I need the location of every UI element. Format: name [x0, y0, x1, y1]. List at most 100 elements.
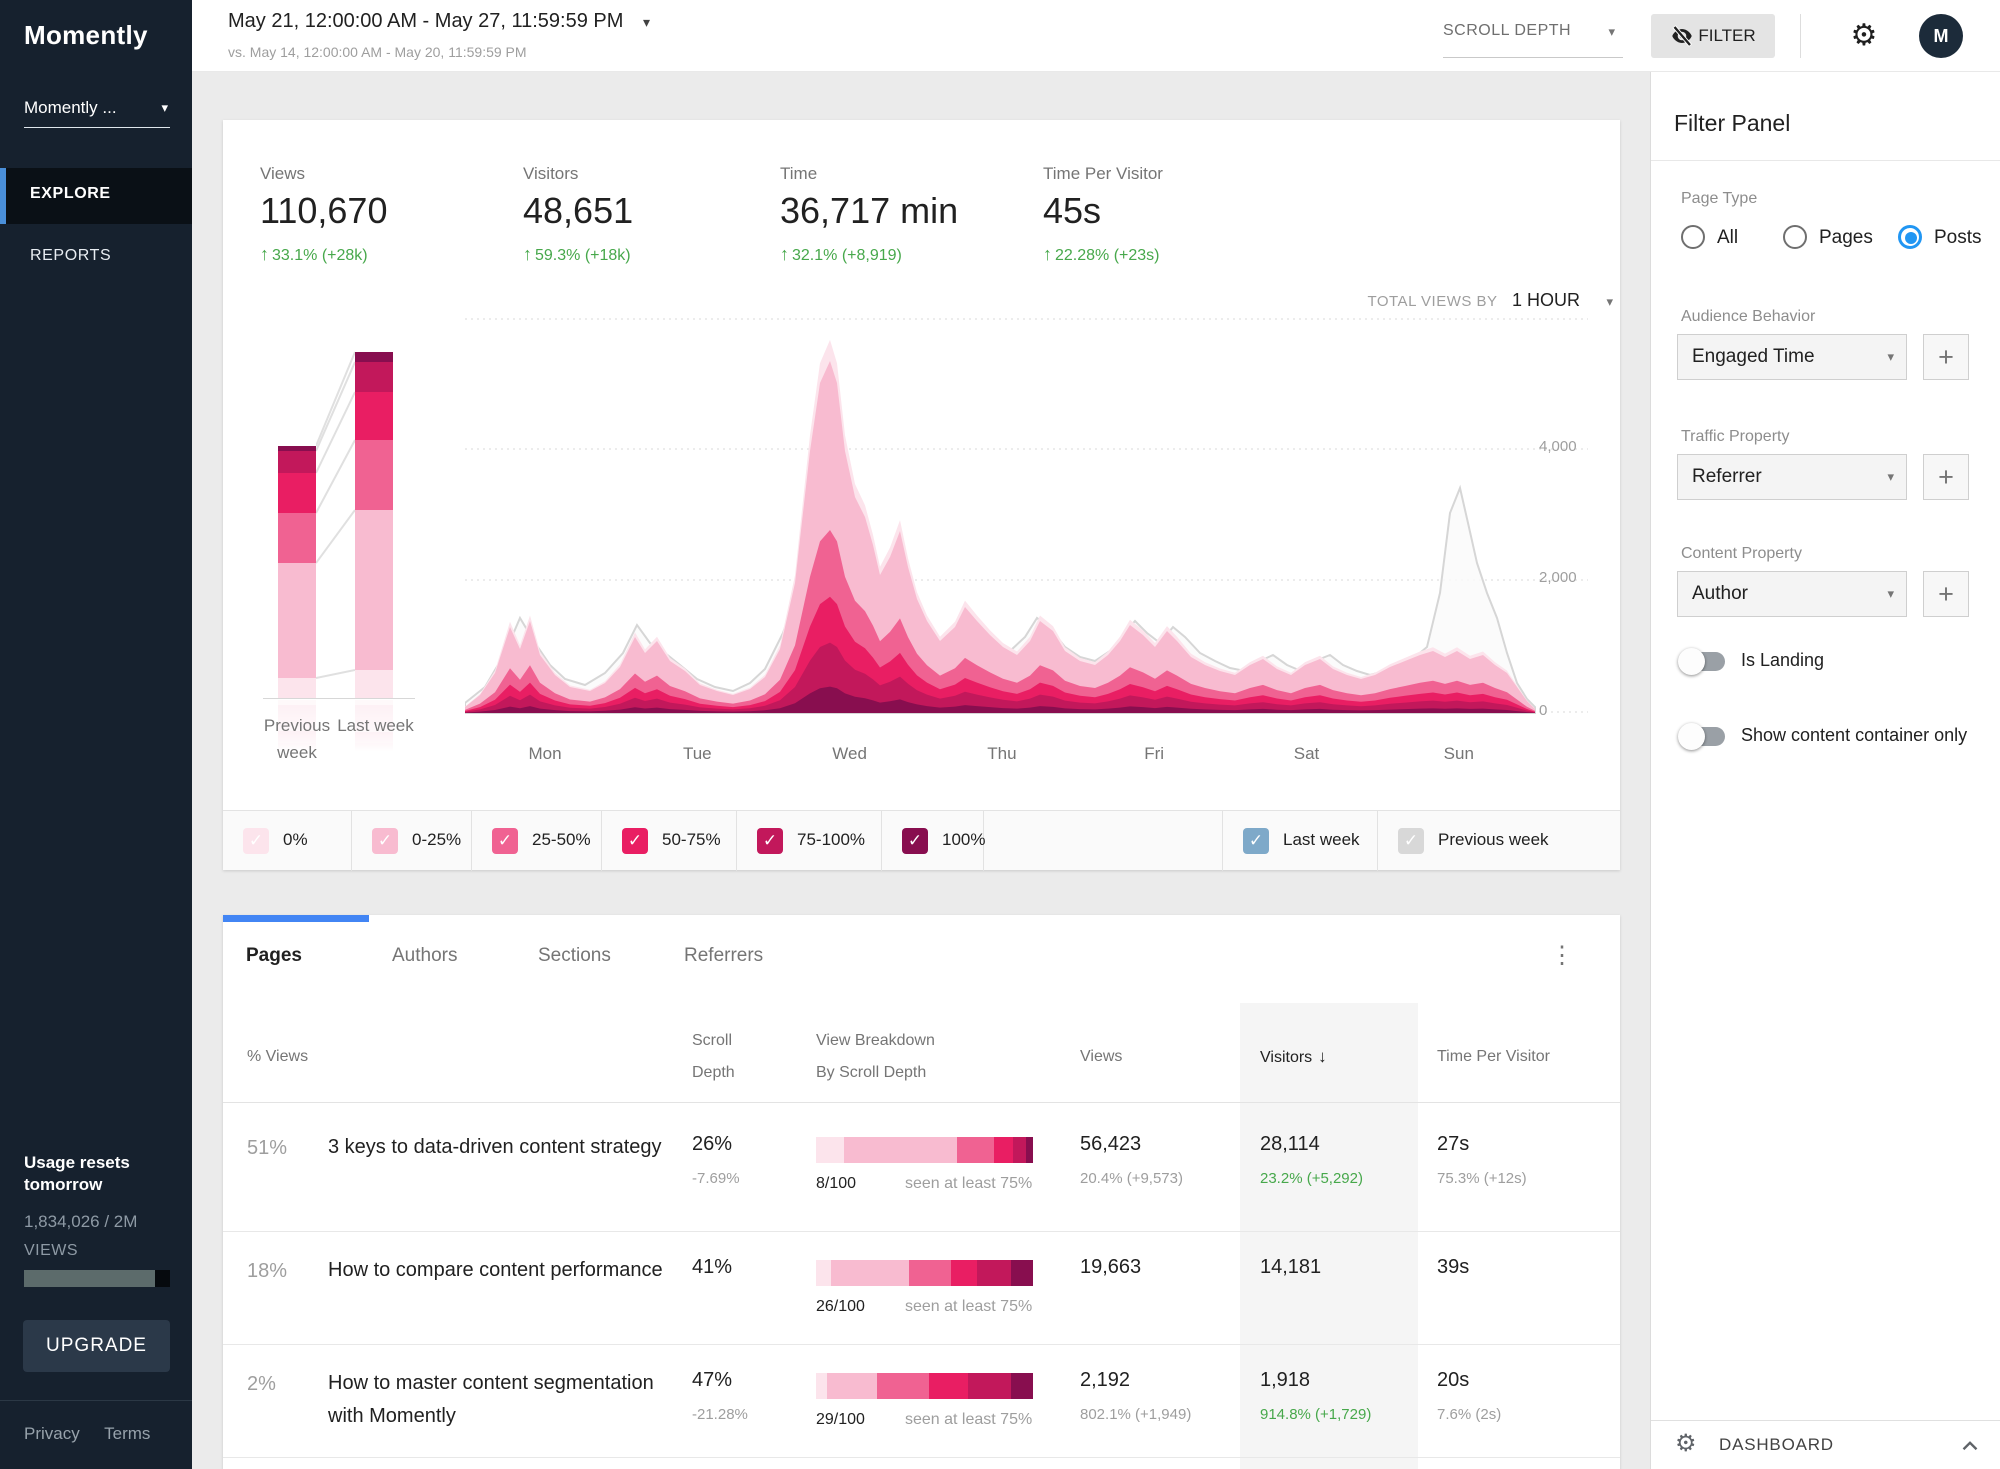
last-week-bar[interactable]: [355, 352, 393, 698]
legend-toggle-previous-week[interactable]: ✓ Previous week: [1378, 811, 1620, 871]
account-selector[interactable]: Momently ... ▾: [24, 92, 170, 128]
table-row[interactable]: 18% How to compare content performance 4…: [223, 1232, 1620, 1345]
sidebar-divider: [0, 1400, 192, 1401]
y-axis-tick: 4,000: [1539, 438, 1599, 455]
add-content-filter-button[interactable]: +: [1923, 571, 1969, 617]
row-time-per-visitor: 39s: [1437, 1256, 1469, 1293]
legend-toggle-100pct[interactable]: ✓ 100%: [882, 811, 984, 871]
column-header-views[interactable]: Views: [1080, 1041, 1122, 1073]
usage-count: 1,834,026 / 2M: [24, 1212, 137, 1232]
legend-toggle-last-week[interactable]: ✓ Last week: [1223, 811, 1378, 871]
tab-sections[interactable]: Sections: [538, 945, 611, 967]
scroll-depth-breakdown-bar: [816, 1373, 1033, 1399]
audience-behavior-select[interactable]: Engaged Time ▾: [1677, 334, 1907, 380]
app-root: Momently Momently ... ▾ EXPLORE REPORTS …: [0, 0, 2000, 1469]
terms-link[interactable]: Terms: [104, 1424, 150, 1443]
usage-progress-fill: [24, 1270, 155, 1287]
table-row[interactable]: 51% 3 keys to data-driven content strate…: [223, 1103, 1620, 1232]
previous-week-bar[interactable]: [278, 446, 316, 698]
legend-label: 25-50%: [532, 830, 591, 850]
legend-label: 0-25%: [412, 830, 461, 850]
traffic-property-select[interactable]: Referrer ▾: [1677, 454, 1907, 500]
legend-toggle-50-75pct[interactable]: ✓ 50-75%: [602, 811, 737, 871]
scroll-depth-breakdown-bar: [816, 1137, 1033, 1163]
avatar[interactable]: M: [1919, 14, 1963, 58]
table-row[interactable]: 2% How to master content segmentation wi…: [223, 1345, 1620, 1458]
checkbox-checked-icon: ✓: [757, 828, 783, 854]
stat-time-per-visitor: Time Per Visitor 45s ↑22.28% (+23s): [1043, 164, 1163, 265]
chevron-up-icon: [1957, 1433, 1983, 1459]
day-label: Mon: [505, 744, 585, 764]
filter-panel: Filter Panel Page Type All Pages Posts A…: [1650, 72, 2000, 1469]
column-header-scroll-depth[interactable]: ScrollDepth: [692, 1025, 822, 1089]
is-landing-toggle[interactable]: Is Landing: [1678, 648, 1878, 678]
row-visitors-delta: 914.8% (+1,729): [1260, 1406, 1371, 1423]
toggle-label: Show content container only: [1741, 725, 1967, 746]
date-range-value: May 21, 12:00:00 AM - May 27, 11:59:59 P…: [228, 10, 623, 32]
chart-legend: ✓ 0% ✓ 0-25% ✓ 25-50% ✓ 50-75% ✓ 75-10: [223, 810, 1620, 870]
y-axis-tick: 0: [1539, 702, 1599, 719]
page-type-radio-group: All Pages Posts: [1681, 224, 1981, 254]
breakdown-note: 26/100seen at least 75%: [816, 1298, 1046, 1316]
row-time-per-visitor: 27s 75.3% (+12s): [1437, 1133, 1527, 1187]
row-pct-views: 51%: [247, 1137, 287, 1160]
tab-pages[interactable]: Pages: [246, 945, 302, 967]
main-content: Views 110,670 ↑33.1% (+28k) Visitors 48,…: [192, 72, 1650, 1469]
column-header-visitors[interactable]: Visitors↓: [1260, 1041, 1327, 1074]
row-scroll-depth: 47% -21.28%: [692, 1369, 748, 1423]
row-time-per-visitor: 20s 7.6% (2s): [1437, 1369, 1501, 1423]
legend-toggle-75-100pct[interactable]: ✓ 75-100%: [737, 811, 882, 871]
legend-toggle-25-50pct[interactable]: ✓ 25-50%: [472, 811, 602, 871]
row-title[interactable]: 3 keys to data-driven content strategy: [328, 1131, 673, 1164]
row-title[interactable]: How to master content segmentation with …: [328, 1367, 673, 1433]
row-visitors: 28,114 23.2% (+5,292): [1260, 1133, 1363, 1187]
sidebar-item-explore[interactable]: EXPLORE: [0, 168, 192, 224]
stat-visitors: Visitors 48,651 ↑59.3% (+18k): [523, 164, 633, 265]
stat-delta: ↑33.1% (+28k): [260, 244, 387, 265]
chevron-down-icon: ▾: [1606, 294, 1613, 309]
kebab-menu-icon[interactable]: ⋮: [1547, 941, 1577, 970]
legend-spacer: [984, 811, 1223, 871]
column-header-time-per-visitor[interactable]: Time Per Visitor: [1437, 1041, 1550, 1073]
filter-button[interactable]: FILTER: [1651, 14, 1775, 58]
radio-icon: [1681, 225, 1705, 249]
checkbox-checked-icon: ✓: [492, 828, 518, 854]
x-axis-day-labels: MonTueWedThuFriSatSun: [465, 744, 1535, 770]
date-range-selector[interactable]: May 21, 12:00:00 AM - May 27, 11:59:59 P…: [228, 10, 650, 33]
legend-toggle-0-25pct[interactable]: ✓ 0-25%: [352, 811, 472, 871]
column-header-view-breakdown[interactable]: View BreakdownBy Scroll Depth: [816, 1025, 986, 1089]
stat-value: 36,717 min: [780, 190, 958, 232]
bar-connector-lines: [316, 320, 355, 710]
stat-label: Views: [260, 164, 387, 184]
sidebar-item-reports[interactable]: REPORTS: [0, 236, 192, 280]
select-value: Referrer: [1692, 466, 1762, 488]
privacy-link[interactable]: Privacy: [24, 1424, 80, 1443]
sidebar: Momently Momently ... ▾ EXPLORE REPORTS …: [0, 0, 192, 1469]
comparison-range: vs. May 14, 12:00:00 AM - May 20, 11:59:…: [228, 44, 527, 60]
total-views-by-selector[interactable]: TOTAL VIEWS BY 1 HOUR ▾: [1263, 290, 1613, 311]
up-arrow-icon: ↑: [780, 244, 789, 264]
chevron-down-icon: ▾: [1887, 349, 1894, 365]
row-title[interactable]: How to compare content performance: [328, 1254, 673, 1287]
column-header-pct-views[interactable]: % Views: [247, 1041, 308, 1073]
show-content-container-toggle[interactable]: Show content container only: [1678, 723, 1978, 753]
add-traffic-filter-button[interactable]: +: [1923, 454, 1969, 500]
tab-authors[interactable]: Authors: [392, 945, 457, 967]
overlay-metric-selector[interactable]: SCROLL DEPTH ▾: [1443, 14, 1623, 58]
dashboard-footer-button[interactable]: ⚙ DASHBOARD: [1651, 1420, 2000, 1469]
row-time-delta: 75.3% (+12s): [1437, 1170, 1527, 1187]
tab-referrers[interactable]: Referrers: [684, 945, 763, 967]
traffic-area-chart[interactable]: [465, 318, 1588, 715]
row-views: 2,192 802.1% (+1,949): [1080, 1369, 1191, 1423]
add-audience-filter-button[interactable]: +: [1923, 334, 1969, 380]
row-scroll-depth: 26% -7.69%: [692, 1133, 740, 1187]
checkbox-checked-icon: ✓: [372, 828, 398, 854]
audience-behavior-label: Audience Behavior: [1681, 308, 1815, 326]
legend-toggle-0pct[interactable]: ✓ 0%: [223, 811, 352, 871]
content-property-select[interactable]: Author ▾: [1677, 571, 1907, 617]
upgrade-button[interactable]: UPGRADE: [23, 1320, 170, 1372]
bars-baseline: [263, 698, 415, 699]
settings-gear-icon[interactable]: ⚙: [1844, 16, 1884, 56]
select-value: Author: [1692, 583, 1748, 605]
sidebar-item-label: EXPLORE: [30, 185, 111, 203]
